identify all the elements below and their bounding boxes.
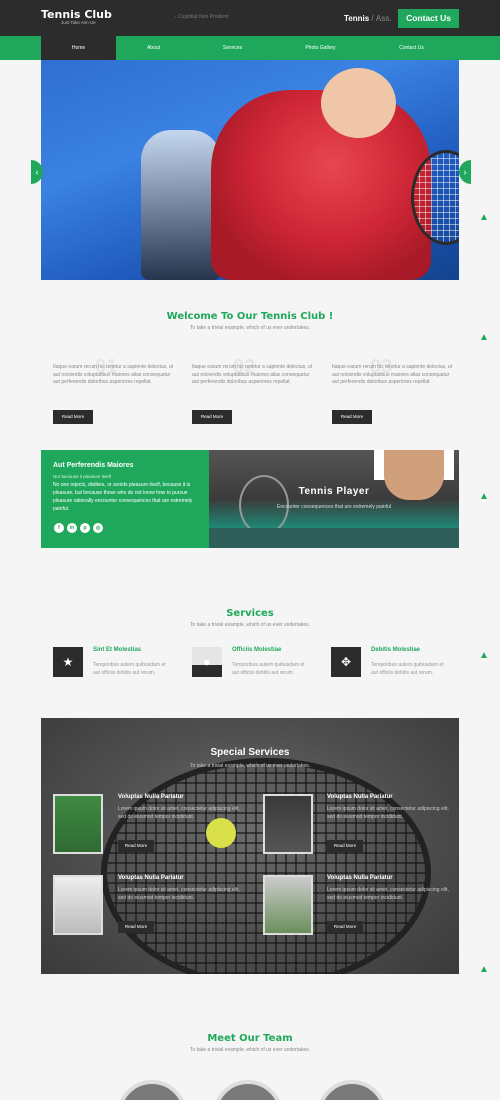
service-title: Sint Et Molestias (93, 647, 142, 653)
service-title: Officiis Molestiae (232, 647, 282, 653)
header-social: Tennis / Ass. (344, 14, 391, 23)
special-item-title: Voluptas Nulla Pariatur (327, 794, 393, 800)
read-more-button[interactable]: Read More (118, 840, 154, 852)
team-member-avatar (317, 1080, 387, 1100)
read-more-button[interactable]: Read More (332, 410, 372, 424)
service-text: Temporibus autem quibusdam et aut offici… (93, 662, 166, 676)
scroll-up-icon[interactable]: ▲ (479, 213, 489, 223)
special-thumb (263, 794, 313, 854)
special-thumb (53, 875, 103, 935)
slider-next-icon[interactable]: › (459, 160, 471, 184)
player-title: Tennis Player (298, 486, 370, 497)
hero-player-main (211, 90, 431, 280)
nav-item-home[interactable]: Home (41, 36, 116, 60)
welcome-subtitle: To take a trivial example, which of us e… (189, 325, 311, 331)
team-title: Meet Our Team (207, 1033, 293, 1044)
special-item-text: Lorem ipsum dolor sit amet, consectetur … (118, 806, 240, 820)
nav-item-services[interactable]: Services (195, 36, 270, 60)
special-thumb (53, 794, 103, 854)
welcome-title: Welcome To Our Tennis Club ! (166, 311, 334, 322)
service-text: Temporibus autem quibusdam et aut offici… (371, 662, 444, 676)
scroll-up-icon[interactable]: ▲ (479, 651, 489, 661)
racket-background (101, 758, 431, 974)
welcome-col-text: Itaque earum rerum hic tenetur a sapient… (53, 364, 174, 385)
header-tagline: ‹ Cupiditat Non Proident (175, 14, 228, 20)
read-more-button[interactable]: Read More (327, 840, 363, 852)
facebook-icon[interactable]: f (54, 523, 64, 533)
nav-item-contact[interactable]: Contact Us (374, 36, 449, 60)
scroll-up-icon[interactable]: ▲ (479, 492, 489, 502)
nav-item-gallery[interactable]: Photo Gallery (283, 36, 358, 60)
hero-slider (41, 60, 459, 280)
special-item-title: Voluptas Nulla Pariatur (327, 875, 393, 881)
read-more-button[interactable]: Read More (53, 410, 93, 424)
read-more-button[interactable]: Read More (327, 921, 363, 933)
logo-tagline: Just Take Aim Ue (61, 20, 96, 25)
nav-item-about[interactable]: About (116, 36, 191, 60)
star-icon: ★ (53, 647, 83, 677)
about-title: Aut Perferendis Maiores (53, 462, 134, 469)
special-title: Special Services (210, 747, 290, 758)
team-member-avatar (213, 1080, 283, 1100)
special-item-title: Voluptas Nulla Pariatur (118, 875, 184, 881)
social-link-a[interactable]: Tennis (344, 14, 369, 23)
player-text: Encounter consequences that are extremel… (277, 504, 391, 510)
read-more-button[interactable]: Read More (118, 921, 154, 933)
team-subtitle: To take a trivial example, which of us e… (189, 1047, 311, 1053)
read-more-button[interactable]: Read More (192, 410, 232, 424)
about-subtitle: Nor because it pleasure itself (53, 474, 112, 479)
dribbble-icon[interactable]: ◎ (93, 523, 103, 533)
scroll-up-icon[interactable]: ▲ (479, 965, 489, 975)
hero-player-head (321, 68, 396, 138)
social-separator: / (371, 14, 374, 23)
special-item-title: Voluptas Nulla Pariatur (118, 794, 184, 800)
player-image (209, 450, 459, 548)
hero-player-secondary (141, 130, 221, 280)
service-text: Temporibus autem quibusdam et aut offici… (232, 662, 305, 676)
header-tagline-text: Cupiditat Non Proident (178, 14, 229, 20)
service-title: Debitis Molestiae (371, 647, 421, 653)
compass-icon: ✥ (331, 647, 361, 677)
team-member-avatar (117, 1080, 187, 1100)
main-nav: Home About Services Photo Gallery Contac… (0, 36, 500, 60)
drop-icon: ● (192, 647, 222, 677)
special-item-text: Lorem ipsum dolor sit amet, consectetur … (118, 887, 240, 901)
tennis-ball (206, 818, 236, 848)
special-thumb (263, 875, 313, 935)
pinterest-icon[interactable]: p (80, 523, 90, 533)
player-court (209, 528, 459, 548)
social-link-b[interactable]: Ass. (376, 14, 392, 23)
contact-us-button[interactable]: Contact Us (398, 9, 459, 28)
welcome-col-text: Itaque earum rerum hic tenetur a sapient… (192, 364, 313, 385)
welcome-col-text: Itaque earum rerum hic tenetur a sapient… (332, 364, 453, 385)
scroll-up-icon[interactable]: ▲ (479, 333, 489, 343)
linkedin-icon[interactable]: in (67, 523, 77, 533)
special-item-text: Lorem ipsum dolor sit amet, consectetur … (327, 806, 449, 820)
about-text: No one rejects, dislikes, or avoids plea… (53, 482, 193, 512)
special-subtitle: To take a trivial example, which of us e… (189, 763, 311, 769)
top-header: Tennis Club Just Take Aim Ue ‹ Cupiditat… (0, 0, 500, 36)
services-subtitle: To take a trivial example, which of us e… (189, 622, 311, 628)
services-title: Services (226, 608, 274, 619)
special-item-text: Lorem ipsum dolor sit amet, consectetur … (327, 887, 449, 901)
